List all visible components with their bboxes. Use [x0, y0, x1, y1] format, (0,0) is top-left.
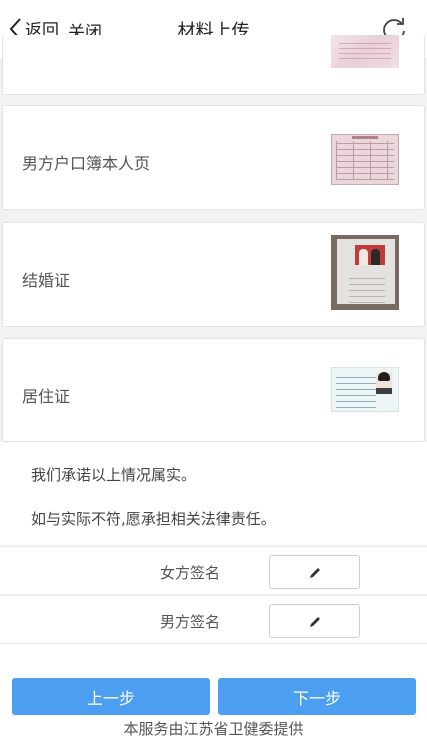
prev-step-button[interactable]: 上一步 — [12, 678, 210, 715]
female-hukou-card — [2, 35, 425, 95]
liability-text: 如与实际不符,愿承担相关法律责任。 — [31, 510, 276, 528]
marriage-certificate-thumbnail[interactable] — [331, 235, 399, 310]
female-signature-row: 女方签名 — [0, 546, 427, 594]
hukou-thumbnail[interactable] — [331, 35, 399, 68]
material-label: 男方户口簿本人页 — [22, 154, 151, 173]
pencil-icon — [310, 568, 320, 578]
hukou-thumbnail[interactable] — [331, 134, 399, 185]
male-signature-label: 男方签名 — [160, 613, 221, 631]
male-signature-row: 男方签名 — [0, 595, 427, 643]
male-hukou-card: 男方户口簿本人页 — [2, 105, 425, 210]
female-sign-button[interactable] — [269, 555, 360, 589]
promise-section: 我们承诺以上情况属实。 如与实际不符,愿承担相关法律责任。 — [0, 442, 427, 545]
service-provider-text: 本服务由江苏省卫健委提供 — [123, 720, 304, 738]
pencil-icon — [310, 617, 320, 627]
material-label: 居住证 — [22, 387, 71, 406]
next-step-button[interactable]: 下一步 — [218, 678, 416, 715]
marriage-certificate-card: 结婚证 — [2, 222, 425, 327]
male-sign-button[interactable] — [269, 604, 360, 638]
female-signature-label: 女方签名 — [160, 564, 221, 582]
materials-upload-page: 返回 关闭 材料上传 男方户口簿本人页 结婚证 居住证 我们承诺以上情况属实。 … — [0, 0, 427, 742]
material-label: 结婚证 — [22, 271, 71, 290]
residence-permit-thumbnail[interactable] — [331, 367, 399, 412]
promise-text: 我们承诺以上情况属实。 — [31, 466, 197, 484]
residence-permit-card: 居住证 — [2, 338, 425, 442]
